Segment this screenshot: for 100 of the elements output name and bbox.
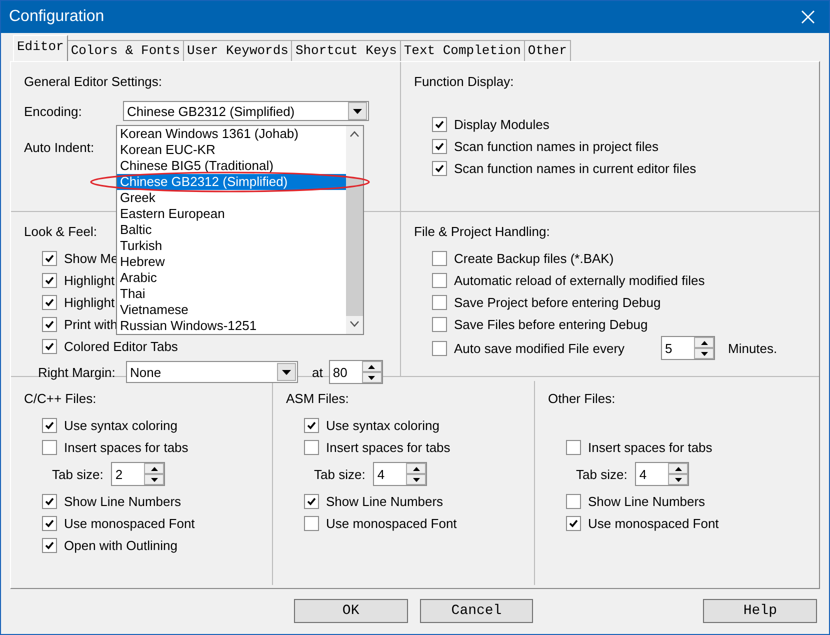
spin-up-icon[interactable] (406, 463, 426, 474)
checkbox-label: Insert spaces for tabs (588, 440, 712, 454)
list-item[interactable]: Turkish (117, 238, 346, 254)
spin-down-icon[interactable] (694, 348, 714, 359)
spin-field[interactable]: 4 (373, 462, 428, 486)
section-title: Look & Feel: (24, 224, 97, 239)
list-item[interactable]: Russian Windows-1251 (117, 318, 346, 334)
scrollbar[interactable] (346, 126, 363, 334)
check-icon (435, 142, 444, 150)
checkbox[interactable] (566, 440, 581, 454)
section-title: Function Display: (414, 74, 514, 89)
list-item[interactable]: Baltic (117, 222, 346, 238)
check-icon (435, 164, 444, 172)
list-item[interactable]: Arabic (117, 270, 346, 286)
list-item[interactable]: Chinese BIG5 (Traditional) (117, 158, 346, 174)
checkbox[interactable] (42, 418, 57, 432)
check-icon (45, 420, 54, 430)
spin-field[interactable]: 4 (635, 462, 690, 486)
spin-up-icon[interactable] (694, 337, 714, 348)
spin-down-icon[interactable] (406, 474, 426, 485)
check-icon (45, 320, 54, 328)
spin-down-icon[interactable] (362, 372, 382, 383)
field-label: Right Margin: (38, 364, 116, 380)
checkbox-label: Display Modules (454, 116, 550, 132)
check-icon (45, 254, 54, 262)
checkbox[interactable] (432, 294, 447, 310)
spin-up-icon[interactable] (144, 463, 164, 474)
field-label: at (312, 364, 323, 380)
section-title: ASM Files: (286, 391, 349, 406)
check-icon (45, 342, 54, 350)
checkbox-label: Print with (64, 316, 118, 332)
spin-down-icon[interactable] (144, 474, 164, 485)
spin-field[interactable]: 80 (328, 360, 383, 384)
check-icon (569, 518, 578, 528)
checkbox[interactable] (42, 316, 57, 332)
checkbox[interactable] (304, 516, 319, 530)
check-icon (45, 540, 54, 550)
field-label: Auto Indent: (24, 140, 94, 154)
checkbox-label: Auto save modified File every (454, 340, 626, 356)
checkbox[interactable] (432, 116, 447, 132)
list-item[interactable]: Hebrew (117, 254, 346, 270)
checkbox-label: Insert spaces for tabs (64, 440, 188, 454)
list-item[interactable]: Korean Windows 1361 (Johab) (117, 126, 346, 142)
checkbox[interactable] (432, 138, 447, 154)
checkbox[interactable] (42, 250, 57, 266)
list-item[interactable]: Eastern European (117, 206, 346, 222)
tab[interactable]: Other (524, 40, 571, 61)
dialog-button[interactable]: Help (703, 599, 818, 623)
tab[interactable]: Editor (13, 35, 68, 61)
field-label: Encoding: (24, 104, 83, 118)
checkbox-label: Insert spaces for tabs (326, 440, 450, 454)
section-title: File & Project Handling: (414, 224, 550, 239)
checkbox[interactable] (42, 272, 57, 288)
spin-up-icon[interactable] (362, 361, 382, 372)
checkbox[interactable] (432, 272, 447, 288)
checkbox[interactable] (304, 440, 319, 454)
encoding-dropdown[interactable]: Chinese GB2312 (Simplified) (123, 101, 369, 121)
checkbox-label: Save Files before entering Debug (454, 316, 648, 332)
close-icon[interactable] (801, 10, 815, 24)
checkbox[interactable] (42, 440, 57, 454)
spin-up-icon[interactable] (668, 463, 688, 474)
scroll-thumb[interactable] (346, 178, 363, 316)
check-icon (45, 496, 54, 506)
list-item[interactable]: Chinese GB2312 (Simplified) (117, 174, 346, 190)
list-item[interactable]: Thai (117, 286, 346, 302)
checkbox[interactable] (42, 538, 57, 552)
field-label: Tab size: (52, 466, 104, 482)
checkbox[interactable] (432, 250, 447, 266)
checkbox[interactable] (304, 418, 319, 432)
spin-field[interactable]: 2 (111, 462, 166, 486)
right-margin-dropdown[interactable]: None (126, 361, 298, 383)
checkbox-label: Scan function names in project files (454, 138, 658, 154)
checkbox[interactable] (42, 294, 57, 310)
unit-label: Minutes. (728, 340, 778, 356)
checkbox-label: Automatic reload of externally modified files (454, 272, 705, 288)
field-label: Tab size: (314, 466, 366, 482)
dialog-button[interactable]: OK (294, 599, 408, 623)
checkbox-label: Show Line Numbers (588, 494, 706, 508)
checkbox-label: Show Line Numbers (64, 494, 182, 508)
checkbox[interactable] (432, 340, 447, 356)
list-item[interactable]: Korean EUC-KR (117, 142, 346, 158)
spin-field[interactable]: 5 (661, 336, 715, 360)
check-icon (307, 420, 316, 430)
section-title: C/C++ Files: (24, 391, 96, 406)
list-item[interactable]: Vietnamese (117, 302, 346, 318)
dialog-button[interactable]: Cancel (420, 599, 534, 623)
checkbox[interactable] (432, 316, 447, 332)
check-icon (45, 276, 54, 284)
checkbox[interactable] (566, 516, 581, 530)
checkbox-label: Use monospaced Font (588, 516, 719, 530)
checkbox[interactable] (42, 338, 57, 354)
checkbox[interactable] (42, 516, 57, 530)
checkbox[interactable] (566, 494, 581, 508)
check-icon (45, 518, 54, 528)
checkbox[interactable] (42, 494, 57, 508)
checkbox[interactable] (432, 160, 447, 176)
spin-down-icon[interactable] (668, 474, 688, 485)
list-item[interactable]: Greek (117, 190, 346, 206)
checkbox-label: Use syntax coloring (326, 418, 440, 432)
checkbox[interactable] (304, 494, 319, 508)
